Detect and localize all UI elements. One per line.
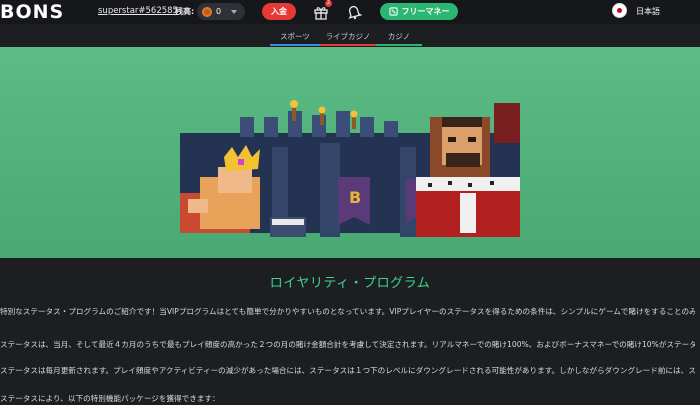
deposit-button[interactable]: 入金: [262, 3, 296, 20]
gift-badge: 2: [325, 0, 332, 7]
free-money-button[interactable]: フリーマネー: [380, 3, 458, 20]
paragraph-status-update: ステータスは毎月更新されます。プレイ頻度やアクティビティーの減少があった場合には…: [0, 366, 695, 375]
coin-icon: [202, 6, 212, 17]
category-tabs: スポーツ ライブカジノ カジノ: [0, 24, 700, 46]
free-money-icon: [388, 7, 398, 16]
balance-dropdown[interactable]: 0: [197, 3, 245, 20]
free-money-label: フリーマネー: [401, 7, 450, 16]
paragraph-status-calculation: ステータスは、当月、そして最近４カ月のうちで最もプレイ頻度の高かった２つの月の賭…: [0, 340, 695, 349]
page-title: ロイヤリティ・プログラム: [269, 276, 431, 291]
username-link[interactable]: superstar#562585: [98, 6, 178, 16]
paragraph-intro: 特別なステータス・プログラムのご紹介です！当VIPプログラムはとても簡単で分かり…: [0, 307, 695, 316]
brand-logo[interactable]: BONS: [0, 1, 64, 23]
paragraph-features: ステータスにより、以下の特別機能パッケージを獲得できます：: [0, 394, 220, 403]
tab-live-casino[interactable]: ライブカジノ: [320, 31, 376, 46]
top-bar: BONS superstar#562585 残高: 0 入金 2 フリーマネー …: [0, 0, 700, 24]
bell-icon[interactable]: [346, 4, 362, 20]
balance-label: 残高:: [175, 7, 195, 16]
loyalty-banner-illustration: B B: [180, 100, 520, 237]
hero-banner: B B: [0, 47, 700, 258]
japan-flag-icon[interactable]: [613, 4, 626, 17]
svg-text:B: B: [349, 188, 361, 207]
balance-value: 0: [216, 7, 222, 16]
tab-sports[interactable]: スポーツ: [270, 31, 320, 46]
tab-casino[interactable]: カジノ: [376, 31, 422, 46]
chevron-down-icon: [231, 9, 238, 14]
language-selector[interactable]: 日本語: [636, 6, 660, 17]
